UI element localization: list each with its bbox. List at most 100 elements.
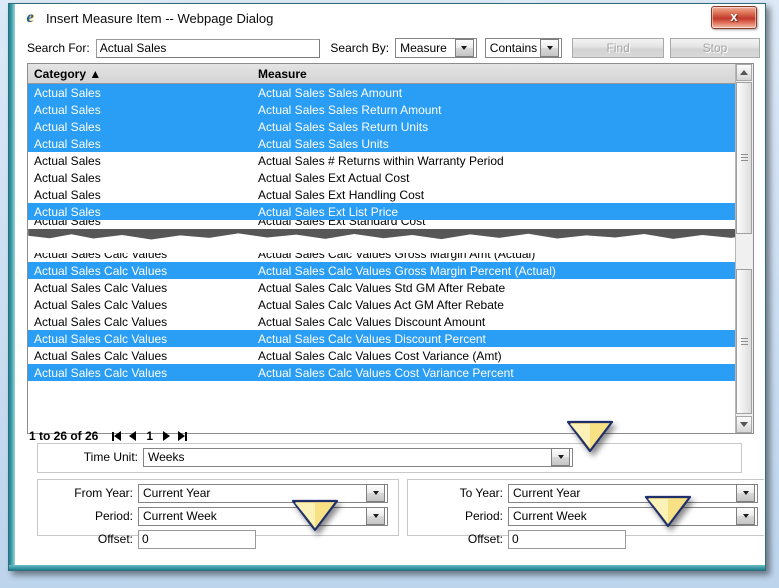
from-year-dropdown[interactable]: Current Year [138, 484, 388, 503]
find-button[interactable]: Find [572, 38, 664, 58]
from-period-row: Period: Current Week [38, 506, 398, 526]
match-mode-dropdown[interactable]: Contains [485, 38, 563, 58]
to-year-row: To Year: Current Year [408, 483, 764, 503]
torn-paper-separator [28, 229, 753, 253]
search-by-dropdown[interactable]: Measure [395, 38, 477, 58]
table-row[interactable]: Actual Sales Actual Sales Sales Units [28, 135, 753, 152]
table-row[interactable]: Actual Sales Calc Values Actual Sales Ca… [28, 253, 753, 262]
cell-measure: Actual Sales Sales Return Units [252, 120, 753, 134]
window-title: Insert Measure Item -- Webpage Dialog [46, 11, 273, 26]
cell-measure: Actual Sales Ext Handling Cost [252, 188, 753, 202]
next-page-button[interactable] [163, 431, 170, 441]
column-header-measure[interactable]: Measure [252, 67, 753, 81]
table-row[interactable]: Actual Sales Calc Values Actual Sales Ca… [28, 330, 753, 347]
cell-category: Actual Sales [28, 103, 252, 117]
search-bar: Search For: Search By: Measure Contains … [21, 36, 760, 60]
search-input[interactable] [96, 39, 321, 58]
close-button[interactable]: x [711, 6, 757, 29]
cell-category: Actual Sales [28, 120, 252, 134]
table-row[interactable]: Actual Sales Calc Values Actual Sales Ca… [28, 296, 753, 313]
to-period-row: Period: Current Week [408, 506, 764, 526]
cell-category: Actual Sales Calc Values [28, 315, 252, 329]
table-row[interactable]: Actual Sales Actual Sales Sales Amount [28, 84, 753, 101]
table-row[interactable]: Actual Sales Calc Values Actual Sales Ca… [28, 347, 753, 364]
dialog-client-area: Search For: Search By: Measure Contains … [15, 32, 764, 565]
time-unit-panel: Time Unit: Weeks [37, 443, 742, 473]
stop-button[interactable]: Stop [670, 38, 760, 58]
window-frame-bottom [9, 565, 765, 570]
time-unit-label: Time Unit: [38, 450, 143, 464]
table-row[interactable]: Actual Sales Actual Sales Ext Actual Cos… [28, 169, 753, 186]
column-header-category-label: Category [34, 67, 86, 81]
from-year-value: Current Year [139, 486, 366, 500]
table-row[interactable]: Actual Sales Calc Values Actual Sales Ca… [28, 313, 753, 330]
table-row-clipped-bottom: Actual Sales Calc Values Actual Sales Ca… [28, 253, 753, 262]
table-row[interactable]: Actual Sales Actual Sales Sales Return U… [28, 118, 753, 135]
scroll-down-icon[interactable] [736, 416, 752, 433]
tear-edge-lower [28, 243, 753, 253]
search-for-label: Search For: [27, 41, 90, 55]
table-row[interactable]: Actual Sales Calc Values Actual Sales Ca… [28, 262, 753, 279]
column-header-category[interactable]: Category ▲ [28, 67, 252, 81]
chevron-down-icon [540, 39, 559, 57]
table-row[interactable]: Actual Sales Actual Sales Sales Return A… [28, 101, 753, 118]
tear-edge-upper [28, 229, 753, 243]
table-row[interactable]: Actual Sales Calc Values Actual Sales Ca… [28, 279, 753, 296]
from-year-label: From Year: [38, 486, 138, 500]
cell-measure: Actual Sales Sales Return Amount [252, 103, 753, 117]
time-unit-value: Weeks [144, 450, 551, 464]
measure-results-grid: Category ▲ Measure Actual Sales Actual S… [27, 63, 754, 434]
scroll-up-icon[interactable] [736, 64, 752, 81]
from-period-label: Period: [38, 509, 138, 523]
scrollbar-thumb[interactable] [736, 82, 752, 234]
cell-category: Actual Sales Calc Values [28, 253, 252, 261]
grid-body: Actual Sales Actual Sales Sales Amount A… [28, 84, 753, 381]
to-year-value: Current Year [509, 486, 736, 500]
table-row[interactable]: Actual Sales Actual Sales # Returns with… [28, 152, 753, 169]
from-offset-input[interactable] [138, 530, 256, 549]
chevron-down-icon [551, 448, 570, 466]
chevron-down-icon [455, 39, 474, 57]
table-row[interactable]: Actual Sales Actual Sales Ext List Price [28, 203, 753, 220]
search-by-value: Measure [396, 41, 455, 55]
chevron-down-icon [366, 484, 385, 502]
table-row[interactable]: Actual Sales Actual Sales Ext Standard C… [28, 220, 753, 229]
cell-measure: Actual Sales Calc Values Cost Variance P… [252, 366, 753, 380]
from-period-dropdown[interactable]: Current Week [138, 507, 388, 526]
cell-category: Actual Sales Calc Values [28, 298, 252, 312]
chevron-down-icon [736, 507, 755, 525]
cell-measure: Actual Sales Calc Values Discount Percen… [252, 332, 753, 346]
to-period-dropdown[interactable]: Current Week [508, 507, 758, 526]
from-period-value: Current Week [139, 509, 366, 523]
to-period-panel: To Year: Current Year Period: Current We… [407, 479, 764, 536]
previous-page-button[interactable] [129, 431, 136, 441]
first-page-button[interactable] [112, 431, 121, 441]
table-row[interactable]: Actual Sales Actual Sales Ext Handling C… [28, 186, 753, 203]
time-unit-dropdown[interactable]: Weeks [143, 448, 573, 467]
cell-category: Actual Sales Calc Values [28, 349, 252, 363]
grid-vertical-scrollbar[interactable] [735, 64, 753, 433]
scrollbar-thumb[interactable] [736, 269, 752, 414]
title-bar: e Insert Measure Item -- Webpage Dialog … [15, 4, 765, 32]
cell-measure: Actual Sales Calc Values Std GM After Re… [252, 281, 753, 295]
grid-header-row: Category ▲ Measure [28, 64, 753, 84]
to-period-value: Current Week [509, 509, 736, 523]
cell-category: Actual Sales Calc Values [28, 264, 252, 278]
to-offset-input[interactable] [508, 530, 626, 549]
to-offset-label: Offset: [408, 532, 508, 546]
cell-category: Actual Sales Calc Values [28, 366, 252, 380]
cell-measure: Actual Sales # Returns within Warranty P… [252, 154, 753, 168]
cell-measure: Actual Sales Calc Values Act GM After Re… [252, 298, 753, 312]
close-icon: x [712, 7, 756, 26]
table-row[interactable]: Actual Sales Calc Values Actual Sales Ca… [28, 364, 753, 381]
last-page-button[interactable] [178, 431, 187, 441]
to-offset-row: Offset: [408, 529, 764, 549]
cell-measure: Actual Sales Calc Values Gross Margin Pe… [252, 264, 753, 278]
from-offset-row: Offset: [38, 529, 398, 549]
cell-category: Actual Sales [28, 137, 252, 151]
chevron-down-icon [366, 507, 385, 525]
to-year-dropdown[interactable]: Current Year [508, 484, 758, 503]
to-year-label: To Year: [408, 486, 508, 500]
cell-measure: Actual Sales Ext Actual Cost [252, 171, 753, 185]
cell-measure: Actual Sales Ext Standard Cost [252, 220, 753, 228]
